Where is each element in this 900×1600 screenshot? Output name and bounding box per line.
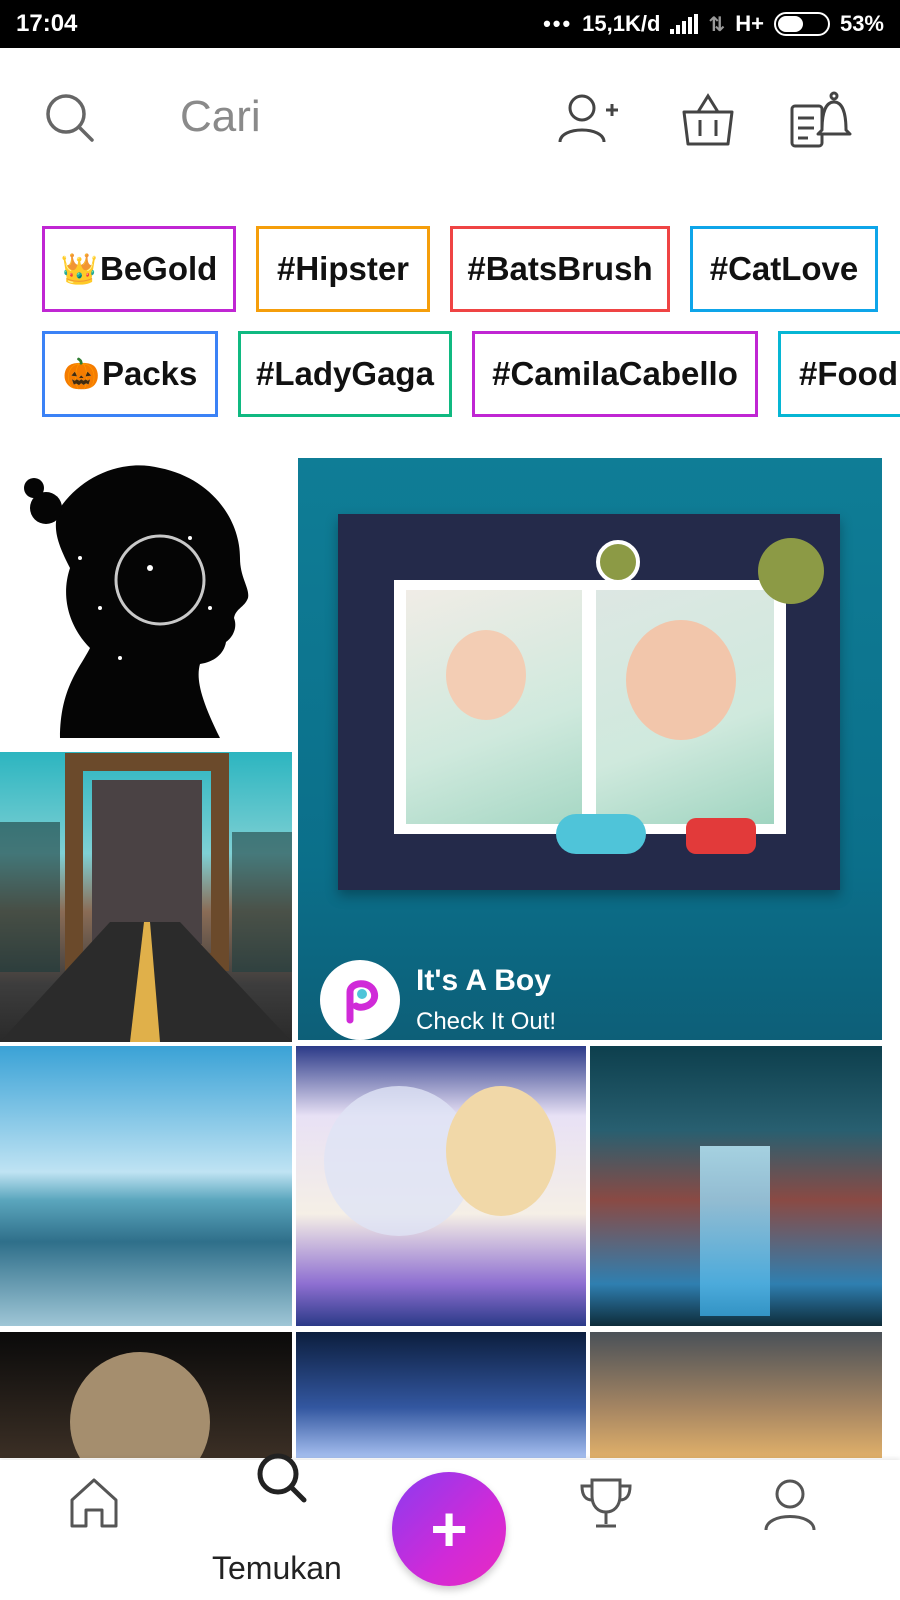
more-notifications-icon: ••• [543,11,573,36]
status-time: 17:04 [16,10,78,37]
status-bar: 17:04 ••• 15,1K/d ⇅ H+ 53% [0,0,900,48]
hashtag-label: #Food [799,355,898,392]
hashtag-chip[interactable]: 🎃 Packs [42,331,218,417]
data-arrows-icon: ⇅ [708,13,726,36]
featured-collage [338,514,840,890]
search-icon[interactable] [42,90,98,146]
featured-subtitle: Check It Out! [416,1008,557,1035]
status-indicators: ••• 15,1K/d ⇅ H+ 53% [543,11,884,37]
hashtag-label: #BatsBrush [467,250,653,287]
shop-bag-icon[interactable] [676,88,740,152]
hashtag-chip[interactable]: #Food [778,331,900,417]
feed-image-beach[interactable] [0,1046,292,1326]
hashtag-chip[interactable]: 👑 BeGold [42,226,236,312]
plus-icon: + [430,1493,468,1565]
notifications-icon[interactable] [788,88,852,152]
home-icon[interactable] [64,1472,124,1532]
plane-sticker [556,814,646,854]
battery-icon [773,12,830,36]
crown-icon: 👑 [60,252,98,286]
create-button[interactable]: + [392,1472,506,1586]
feed-image-portrait-moon[interactable] [296,1046,586,1326]
baby-photo-left [406,590,582,824]
tab-discover-label[interactable]: Temukan [212,1550,342,1587]
collage-frame [394,580,786,834]
hashtag-label: #CatLove [709,250,859,287]
feed-image-building[interactable] [590,1046,882,1326]
add-friend-icon[interactable] [556,88,620,152]
button-sticker [596,540,640,584]
challenges-icon[interactable] [576,1474,636,1534]
hashtag-label: #Hipster [276,250,410,287]
baby-photo-right [596,590,774,824]
search-input[interactable]: Cari [180,92,261,142]
hashtag-label: BeGold [100,250,218,287]
silhouette-art [24,465,249,738]
feed-image-spiral-head[interactable] [0,1332,292,1458]
road-frame-art [0,753,292,1042]
feed-image-road-frame[interactable] [0,752,292,1042]
network-speed: 15,1K/d [582,11,661,36]
top-header: Cari [0,48,900,188]
hashtag-label: #CamilaCabello [492,355,738,392]
network-type: H+ [735,11,764,36]
feed-image-silhouette[interactable] [0,458,292,748]
featured-card[interactable] [298,458,882,1040]
hashtag-label: #LadyGaga [256,355,434,392]
battery-percent: 53% [839,11,884,36]
discover-feed: It's A Boy Check It Out! [0,458,900,1458]
feed-image-sunset-tower[interactable] [590,1332,882,1458]
signal-icon [670,14,699,34]
hashtag-chip[interactable]: #CamilaCabello [472,331,758,417]
hashtag-label: Packs [101,355,198,392]
feed-image-galaxy-couple[interactable] [296,1332,586,1458]
discover-icon[interactable] [252,1448,312,1508]
picsart-logo-icon [320,960,400,1040]
profile-icon[interactable] [760,1474,820,1534]
hashtag-chip[interactable]: #CatLove [690,226,878,312]
hashtag-section: 👑 BeGold #Hipster #BatsBrush #CatLove 🎃 … [0,188,900,428]
pumpkin-icon: 🎃 [62,357,100,391]
balloon-sticker [758,538,824,604]
hashtag-chip[interactable]: #Hipster [256,226,430,312]
featured-title: It's A Boy [416,964,551,997]
hashtag-chip[interactable]: #LadyGaga [238,331,452,417]
car-sticker [686,818,756,854]
hashtag-chip[interactable]: #BatsBrush [450,226,670,312]
